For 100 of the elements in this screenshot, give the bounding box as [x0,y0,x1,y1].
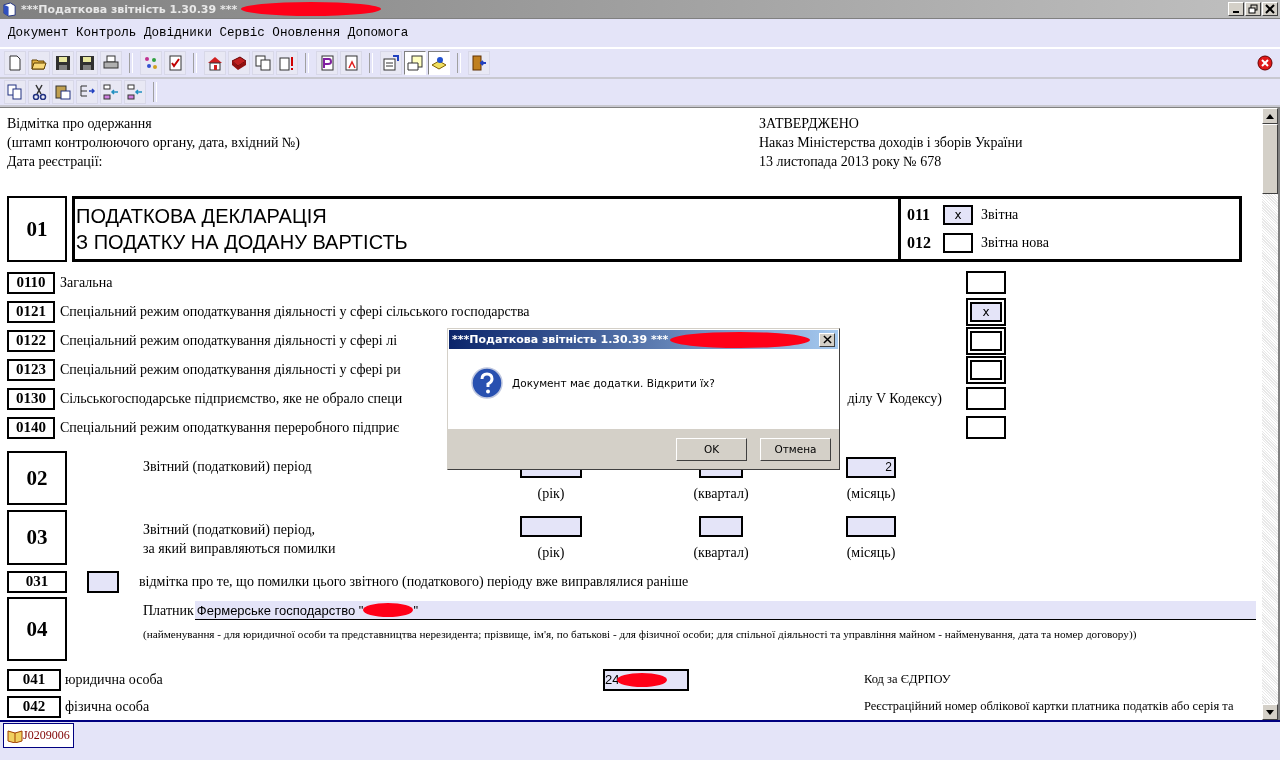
close-button[interactable] [1262,2,1278,16]
new-document-icon [7,55,23,71]
field-caption: (квартал) [693,486,749,502]
field-code: 0121 [7,300,55,323]
menu-item[interactable]: Оновлення [272,26,341,40]
arrow-down-icon [1266,709,1274,715]
close-icon [1265,4,1275,14]
copy-icon [7,84,23,100]
field-note: (найменування - для юридичної особи та представництва нерезидента; прізвище, ім'я, по батькові - для фізичної особи; для спільної діяльності та управління майном - найменування, дата та номер договору)) [143,627,1138,642]
checkbox[interactable] [943,233,973,253]
declaration-title: З ПОДАТКУ НА ДОДАНУ ВАРТІСТЬ [76,230,409,255]
field-label: Спеціальний режим оподаткування діяльності у сфері ри [60,361,401,378]
copy-button[interactable] [4,80,26,104]
checkbox[interactable] [966,355,1006,384]
minimize-button[interactable] [1228,2,1244,16]
checklist-icon [167,55,183,71]
approval-note: Наказ Міністерства доходів і зборів України [759,134,1023,152]
field-label: Платник [143,602,194,619]
field-label: Звітна [981,207,1019,223]
checkbox[interactable] [966,416,1006,439]
field-caption: (рік) [537,545,565,561]
house-button[interactable] [204,51,226,75]
dots-button[interactable] [140,51,162,75]
scroll-thumb[interactable] [1262,124,1278,194]
input-field[interactable]: 2 [846,457,896,478]
field-caption: (місяць) [846,545,896,561]
checkbox[interactable] [87,570,119,593]
dialog-button[interactable]: Отмена [760,437,831,461]
field-label: ділу V Кодексу) [847,390,942,407]
menu-item[interactable]: Документ [8,26,69,40]
field-code: 0110 [7,271,55,294]
exit-door-button[interactable] [468,51,490,75]
field-label: Спеціальний режим оподаткування переробного підприє [60,419,400,436]
menu-item[interactable]: Довідники [143,26,212,40]
save-icon [79,55,95,71]
field-label: юридична особа [65,671,164,688]
field-code: 0140 [7,416,55,439]
paste-icon [55,84,71,100]
field-label: Реєстраційний номер облікової картки платника податків або серія та [864,699,1234,714]
scroll-down-button[interactable] [1262,704,1278,720]
save-button[interactable] [52,51,74,75]
field-caption: (квартал) [693,545,749,561]
document-button[interactable] [316,51,338,75]
document-icon [343,55,359,71]
input-field[interactable] [699,516,743,537]
pages-button[interactable] [252,51,274,75]
paste-button[interactable] [52,80,74,104]
window-title: ***Податкова звітність 1.30.39 *** [21,2,238,16]
checkbox[interactable] [966,326,1006,355]
redaction-mark [363,603,414,617]
restore-icon [1248,4,1258,14]
print-icon [103,55,119,71]
field-label: Код за ЄДРПОУ [864,672,951,687]
document-alert-button[interactable] [276,51,298,75]
checklist-button[interactable] [164,51,186,75]
dots-icon [143,55,159,71]
menu-item[interactable]: Допомога [347,26,409,40]
close-icon [822,335,832,344]
cut-button[interactable] [28,80,50,104]
scroll-up-button[interactable] [1262,108,1278,124]
menu-item[interactable]: Контроль [75,26,137,40]
payer-name-field[interactable]: Фермерське господарство " " [194,601,1256,620]
checkbox[interactable]: x [966,297,1006,326]
checkbox[interactable] [966,271,1006,294]
section-code: 01 [7,196,67,262]
field-code: 012 [907,234,932,252]
input-field[interactable]: 24 [603,668,689,691]
redaction-mark [617,672,668,687]
menu-item[interactable]: Сервіс [219,26,265,40]
field-code: 031 [7,570,67,593]
properties-icon [383,55,399,71]
document-tab[interactable]: J0209006 [3,723,74,748]
field-label: фізична особа [65,698,151,715]
question-icon [471,366,503,399]
restore-button[interactable] [1245,2,1261,16]
exit-door-icon [471,55,487,71]
field-code: 011 [907,206,932,224]
open-folder-button[interactable] [28,51,50,75]
input-field[interactable] [520,516,582,537]
dialog-message: Документ має додатки. Відкрити їх? [512,376,715,389]
field-caption: (місяць) [846,486,896,502]
dialog-button[interactable]: OK [676,437,747,461]
approval-note: 13 листопада 2013 року № 678 [759,153,943,171]
new-document-button[interactable] [4,51,26,75]
save-button[interactable] [76,51,98,75]
form-note: Відмітка про одержання [7,115,153,133]
dialog-title: ***Податкова звітність 1.30.39 *** [452,333,669,346]
field-label: Загальна [60,274,113,291]
field-label: Звітна нова [981,235,1049,251]
checkbox[interactable] [966,387,1006,410]
input-field[interactable] [846,516,896,537]
document-button[interactable] [340,51,362,75]
close-button[interactable] [819,332,835,347]
cut-icon [31,84,47,100]
field-label: Звітний (податковий) період [143,458,313,476]
print-button[interactable] [100,51,122,75]
close-icon [1257,55,1273,71]
checkbox[interactable]: x [943,205,973,225]
field-code: 0130 [7,387,55,410]
properties-button[interactable] [380,51,402,75]
